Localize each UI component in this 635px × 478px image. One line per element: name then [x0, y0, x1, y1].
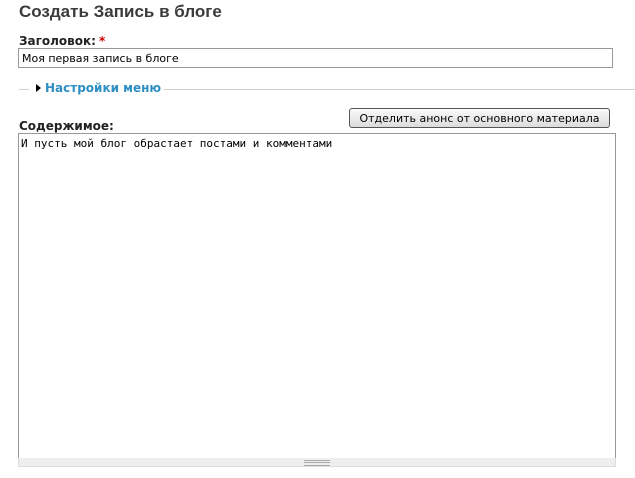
title-label-text: Заголовок:	[19, 34, 96, 48]
textarea-resize-handle[interactable]	[18, 458, 616, 467]
fieldset-border-left	[19, 89, 29, 90]
menu-settings-toggle[interactable]: Настройки меню	[33, 81, 165, 95]
fieldset-border-right	[158, 89, 635, 90]
title-input[interactable]	[18, 48, 613, 68]
page-title: Создать Запись в блоге	[19, 2, 222, 21]
required-mark: *	[98, 34, 106, 48]
menu-settings-label: Настройки меню	[45, 81, 162, 95]
split-summary-button[interactable]: Отделить анонс от основного материала	[349, 108, 610, 128]
body-textarea[interactable]: И пусть мой блог обрастает постами и ком…	[18, 133, 616, 459]
title-label: Заголовок: *	[19, 34, 105, 48]
triangle-right-icon	[36, 84, 41, 92]
grip-icon	[304, 460, 330, 466]
body-label: Содержимое:	[19, 119, 114, 133]
